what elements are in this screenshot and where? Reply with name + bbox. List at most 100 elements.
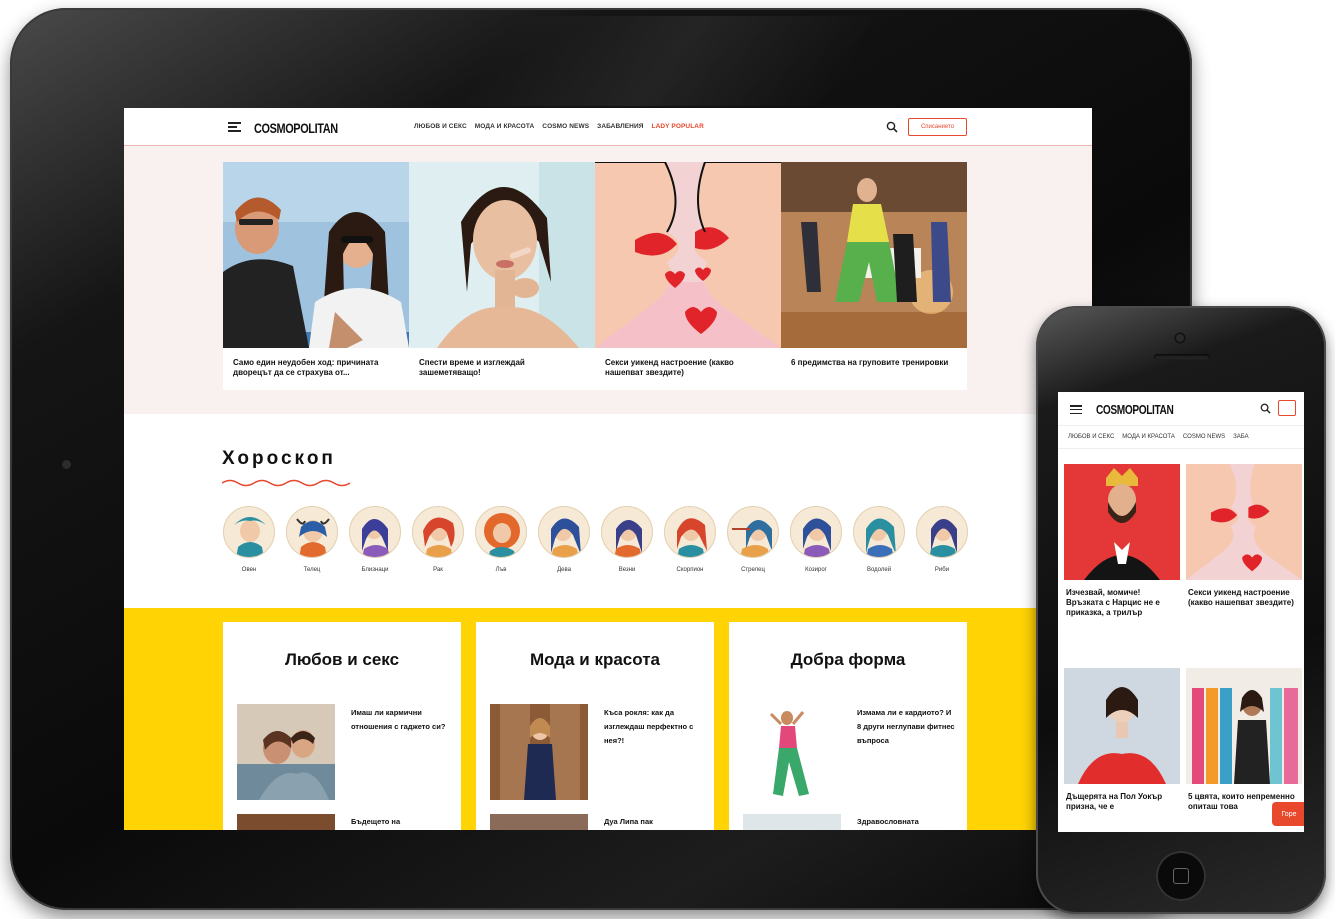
- zodiac-sign[interactable]: Козирог: [789, 506, 843, 573]
- category-title[interactable]: Мода и красота: [476, 650, 714, 670]
- zodiac-sign[interactable]: Риби: [915, 506, 969, 573]
- featured-card[interactable]: Само един неудобен ход: причината дворец…: [223, 162, 409, 390]
- featured-section: Само един неудобен ход: причината дворец…: [124, 146, 1092, 414]
- site-logo[interactable]: COSMOPOLITAN: [254, 120, 338, 136]
- zodiac-label: Рак: [433, 567, 443, 573]
- featured-card[interactable]: Секси уикенд настроение (какво нашепват …: [595, 162, 781, 390]
- nav-item-lady-popular[interactable]: LADY POPULAR: [652, 123, 704, 130]
- featured-caption: Секси уикенд настроение (какво нашепват …: [605, 358, 734, 377]
- phone-speaker: [1154, 354, 1210, 360]
- category-panel: Мода и красота Къса рокля: как да изглеж…: [476, 622, 714, 830]
- main-nav: ЛЮБОВ И СЕКС МОДА И КРАСОТА COSMO NEWS З…: [414, 123, 704, 130]
- featured-card[interactable]: Спести време и изглеждай зашеметяващо!: [409, 162, 595, 390]
- capricorn-icon: [790, 506, 842, 558]
- search-icon[interactable]: [886, 121, 898, 133]
- nav-item-love[interactable]: ЛЮБОВ И СЕКС: [1068, 434, 1114, 440]
- zodiac-sign[interactable]: Овен: [222, 506, 276, 573]
- sagittarius-icon: [727, 506, 779, 558]
- tablet-camera: [62, 460, 71, 469]
- device-mockup: COSMOPOLITAN ЛЮБОВ И СЕКС МОДА И КРАСОТА…: [0, 0, 1335, 919]
- nav-item-fashion[interactable]: МОДА И КРАСОТА: [1122, 434, 1175, 440]
- zodiac-sign[interactable]: Везни: [600, 506, 654, 573]
- article-title[interactable]: Имаш ли кармични отношения с гаджето си?: [351, 706, 449, 734]
- category-title[interactable]: Добра форма: [729, 650, 967, 670]
- featured-caption: Спести време и изглеждай зашеметяващо!: [419, 358, 525, 377]
- site-logo[interactable]: COSMOPOLITAN: [1096, 402, 1174, 417]
- article-thumbnail[interactable]: [237, 814, 335, 830]
- featured-image: [595, 162, 781, 348]
- article-title[interactable]: Измама ли е кардиото? И 8 други неглупав…: [857, 706, 955, 748]
- category-section: Любов и секс Имаш ли кармични отношения …: [124, 608, 1092, 830]
- zodiac-label: Лъв: [495, 567, 507, 573]
- zodiac-sign[interactable]: Телец: [285, 506, 339, 573]
- card-image: [1064, 668, 1180, 784]
- mobile-card[interactable]: Изчезвай, момиче! Връзката с Нарцис не е…: [1064, 464, 1180, 618]
- article-thumbnail[interactable]: [490, 704, 588, 800]
- featured-caption: 6 предимства на груповите тренировки: [791, 358, 949, 367]
- site-header: COSMOPOLITAN ЛЮБОВ И СЕКС МОДА И КРАСОТА…: [124, 108, 1092, 146]
- subscribe-icon[interactable]: [1278, 400, 1296, 416]
- zodiac-label: Дева: [557, 567, 571, 573]
- zodiac-sign[interactable]: Дева: [537, 506, 591, 573]
- zodiac-sign[interactable]: Рак: [411, 506, 465, 573]
- zodiac-sign[interactable]: Скорпион: [663, 506, 717, 573]
- article-title[interactable]: Дуа Липа пак: [604, 817, 702, 826]
- nav-item-fun[interactable]: ЗАБАВЛЕНИЯ: [597, 123, 643, 130]
- article-thumbnail[interactable]: [743, 704, 841, 800]
- home-button[interactable]: [1156, 851, 1206, 901]
- zodiac-label: Риби: [934, 567, 950, 573]
- featured-caption: Само един неудобен ход: причината дворец…: [233, 358, 379, 377]
- category-title[interactable]: Любов и секс: [223, 650, 461, 670]
- zodiac-label: Водолей: [866, 567, 892, 573]
- card-caption: Дъщерята на Пол Уокър призна, че е: [1066, 792, 1163, 811]
- search-icon[interactable]: [1260, 403, 1271, 414]
- tablet-screen: COSMOPOLITAN ЛЮБОВ И СЕКС МОДА И КРАСОТА…: [124, 108, 1092, 830]
- nav-item-cosmo-news[interactable]: COSMO NEWS: [542, 123, 589, 130]
- zodiac-sign[interactable]: Водолей: [852, 506, 906, 573]
- zodiac-sign[interactable]: Лъв: [474, 506, 528, 573]
- article-title[interactable]: Къса рокля: как да изглеждаш перфектно с…: [604, 706, 702, 748]
- gemini-icon: [349, 506, 401, 558]
- menu-icon[interactable]: [228, 122, 241, 132]
- menu-icon[interactable]: [1070, 405, 1082, 414]
- article-title[interactable]: Здравословната: [857, 817, 955, 826]
- libra-icon: [601, 506, 653, 558]
- tablet-device: COSMOPOLITAN ЛЮБОВ И СЕКС МОДА И КРАСОТА…: [10, 8, 1192, 910]
- leo-icon: [475, 506, 527, 558]
- aquarius-icon: [853, 506, 905, 558]
- back-to-top-button[interactable]: Горе: [1272, 802, 1304, 826]
- nav-item-more[interactable]: ЗАБА: [1233, 434, 1248, 440]
- mobile-nav: ЛЮБОВ И СЕКС МОДА И КРАСОТА COSMO NEWS З…: [1068, 434, 1249, 440]
- article-thumbnail[interactable]: [237, 704, 335, 800]
- category-panel: Добра форма Измама ли е кардиото? И 8 др…: [729, 622, 967, 830]
- featured-image: [781, 162, 967, 348]
- tablet-glare: [464, 16, 876, 106]
- zodiac-label: Козирог: [805, 567, 827, 573]
- taurus-icon: [286, 506, 338, 558]
- phone-camera: [1176, 334, 1184, 342]
- featured-image: [223, 162, 409, 348]
- horoscope-title: Хороскоп: [222, 448, 336, 469]
- zodiac-label: Скорпион: [676, 567, 704, 573]
- cancer-icon: [412, 506, 464, 558]
- nav-item-fashion[interactable]: МОДА И КРАСОТА: [475, 123, 535, 130]
- article-thumbnail[interactable]: [490, 814, 588, 830]
- mobile-card[interactable]: 5 цвята, които непременно опиташ това: [1186, 668, 1302, 812]
- zodiac-label: Овен: [241, 567, 257, 573]
- divider: [1058, 448, 1304, 449]
- nav-item-love[interactable]: ЛЮБОВ И СЕКС: [414, 123, 467, 130]
- zodiac-sign[interactable]: Близнаци: [348, 506, 402, 573]
- zodiac-sign[interactable]: Стрелец: [726, 506, 780, 573]
- subscribe-button[interactable]: Списанието: [908, 118, 967, 136]
- featured-card[interactable]: 6 предимства на груповите тренировки: [781, 162, 967, 390]
- zodiac-label: Стрелец: [741, 567, 765, 573]
- mobile-card[interactable]: Дъщерята на Пол Уокър призна, че е: [1064, 668, 1180, 812]
- article-thumbnail[interactable]: [743, 814, 841, 830]
- nav-item-cosmo-news[interactable]: COSMO NEWS: [1183, 434, 1225, 440]
- mobile-card[interactable]: Секси уикенд настроение (какво нашепват …: [1186, 464, 1302, 608]
- mobile-header: COSMOPOLITAN: [1058, 392, 1304, 426]
- zodiac-label: Близнаци: [361, 567, 389, 573]
- phone-screen: COSMOPOLITAN ЛЮБОВ И СЕКС МОДА И КРАСОТА…: [1058, 392, 1304, 832]
- virgo-icon: [538, 506, 590, 558]
- article-title[interactable]: Бъдещето на: [351, 817, 449, 826]
